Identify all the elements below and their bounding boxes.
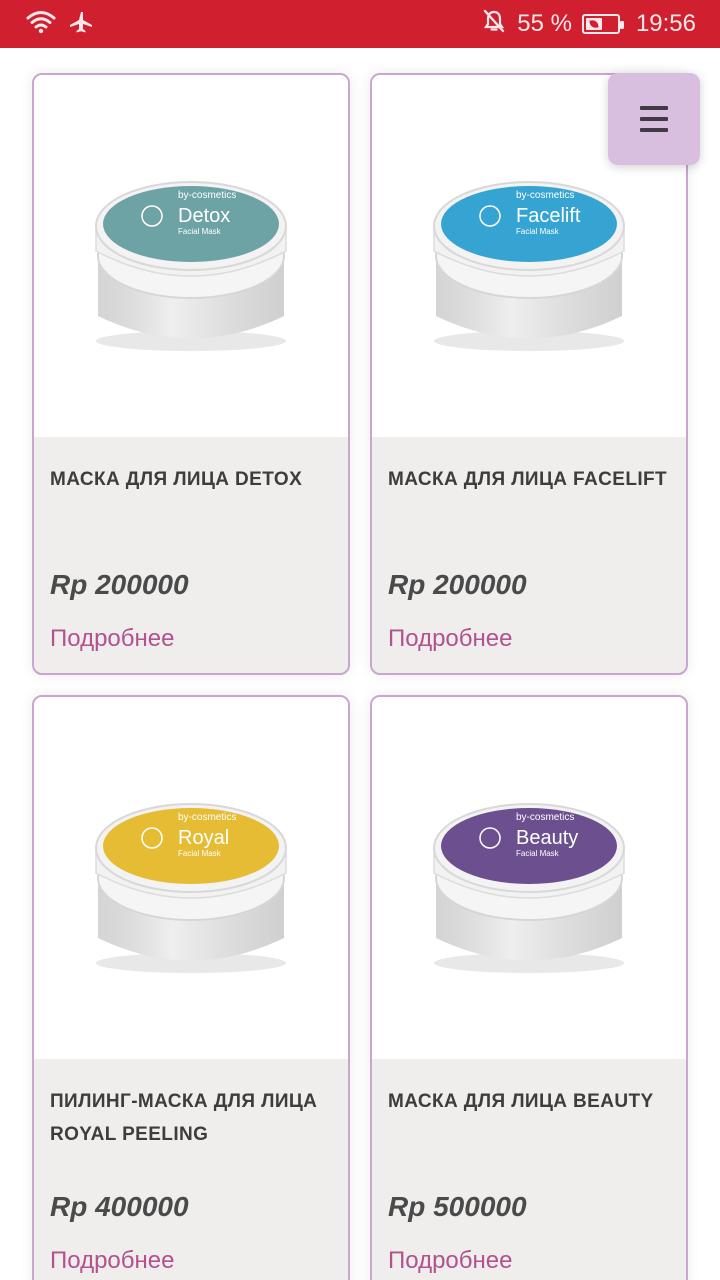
product-title[interactable]: МАСКА ДЛЯ ЛИЦА BEAUTY bbox=[388, 1085, 670, 1118]
product-price: Rp 400000 bbox=[50, 1191, 189, 1222]
jar-illustration: by-cosmetics Royal Facial Mask bbox=[95, 803, 287, 973]
jar-subtitle: Facial Mask bbox=[516, 849, 560, 858]
wifi-icon bbox=[26, 10, 56, 39]
product-card[interactable]: by-cosmetics Detox Facial Mask МАСКА ДЛЯ… bbox=[32, 73, 350, 675]
status-right: 55 % 19:56 bbox=[483, 9, 696, 40]
product-price: Rp 200000 bbox=[388, 569, 527, 600]
clock: 19:56 bbox=[635, 10, 696, 37]
card-body: МАСКА ДЛЯ ЛИЦА DETOX Rp 200000 Подробнее bbox=[34, 437, 348, 673]
jar-subtitle: Facial Mask bbox=[178, 227, 222, 236]
status-bar: 55 % 19:56 bbox=[0, 0, 720, 48]
jar-brand: by-cosmetics bbox=[178, 190, 236, 201]
battery-icon bbox=[581, 14, 624, 34]
product-title[interactable]: МАСКА ДЛЯ ЛИЦА FACELIFT bbox=[388, 463, 670, 496]
jar-brand: by-cosmetics bbox=[178, 812, 236, 823]
jar-subtitle: Facial Mask bbox=[516, 227, 560, 236]
jar-brand: by-cosmetics bbox=[516, 812, 574, 823]
card-body: МАСКА ДЛЯ ЛИЦА BEAUTY Rp 500000 Подробне… bbox=[372, 1059, 686, 1280]
jar-illustration: by-cosmetics Detox Facial Mask bbox=[95, 181, 287, 351]
product-image[interactable]: by-cosmetics Royal Facial Mask bbox=[34, 697, 348, 1059]
jar-name: Beauty bbox=[516, 827, 578, 849]
battery-percent: 55 % bbox=[517, 10, 572, 37]
product-card[interactable]: by-cosmetics Beauty Facial Mask МАСКА ДЛ… bbox=[370, 695, 688, 1280]
product-image[interactable]: by-cosmetics Beauty Facial Mask bbox=[372, 697, 686, 1059]
details-link[interactable]: Подробнее bbox=[50, 625, 174, 653]
product-price: Rp 200000 bbox=[50, 569, 189, 600]
jar-brand: by-cosmetics bbox=[516, 190, 574, 201]
product-price: Rp 500000 bbox=[388, 1191, 527, 1222]
menu-button[interactable] bbox=[608, 73, 700, 165]
product-grid: by-cosmetics Detox Facial Mask МАСКА ДЛЯ… bbox=[0, 48, 720, 1280]
hamburger-menu-icon bbox=[640, 106, 668, 110]
jar-name: Facelift bbox=[516, 205, 581, 227]
product-title[interactable]: ПИЛИНГ-МАСКА ДЛЯ ЛИЦА ROYAL PEELING bbox=[50, 1085, 332, 1151]
product-image[interactable]: by-cosmetics Detox Facial Mask bbox=[34, 75, 348, 437]
jar-illustration: by-cosmetics Beauty Facial Mask bbox=[433, 803, 625, 973]
jar-name: Detox bbox=[178, 205, 230, 227]
airplane-icon bbox=[70, 10, 94, 39]
card-body: МАСКА ДЛЯ ЛИЦА FACELIFT Rp 200000 Подроб… bbox=[372, 437, 686, 673]
jar-subtitle: Facial Mask bbox=[178, 849, 222, 858]
details-link[interactable]: Подробнее bbox=[388, 625, 512, 653]
product-title[interactable]: МАСКА ДЛЯ ЛИЦА DETOX bbox=[50, 463, 332, 496]
details-link[interactable]: Подробнее bbox=[50, 1247, 174, 1275]
jar-illustration: by-cosmetics Facelift Facial Mask bbox=[433, 181, 625, 351]
status-left bbox=[26, 10, 94, 39]
details-link[interactable]: Подробнее bbox=[388, 1247, 512, 1275]
bell-off-icon bbox=[483, 9, 505, 40]
card-body: ПИЛИНГ-МАСКА ДЛЯ ЛИЦА ROYAL PEELING Rp 4… bbox=[34, 1059, 348, 1280]
product-card[interactable]: by-cosmetics Royal Facial Mask ПИЛИНГ-МА… bbox=[32, 695, 350, 1280]
jar-name: Royal bbox=[178, 827, 229, 849]
